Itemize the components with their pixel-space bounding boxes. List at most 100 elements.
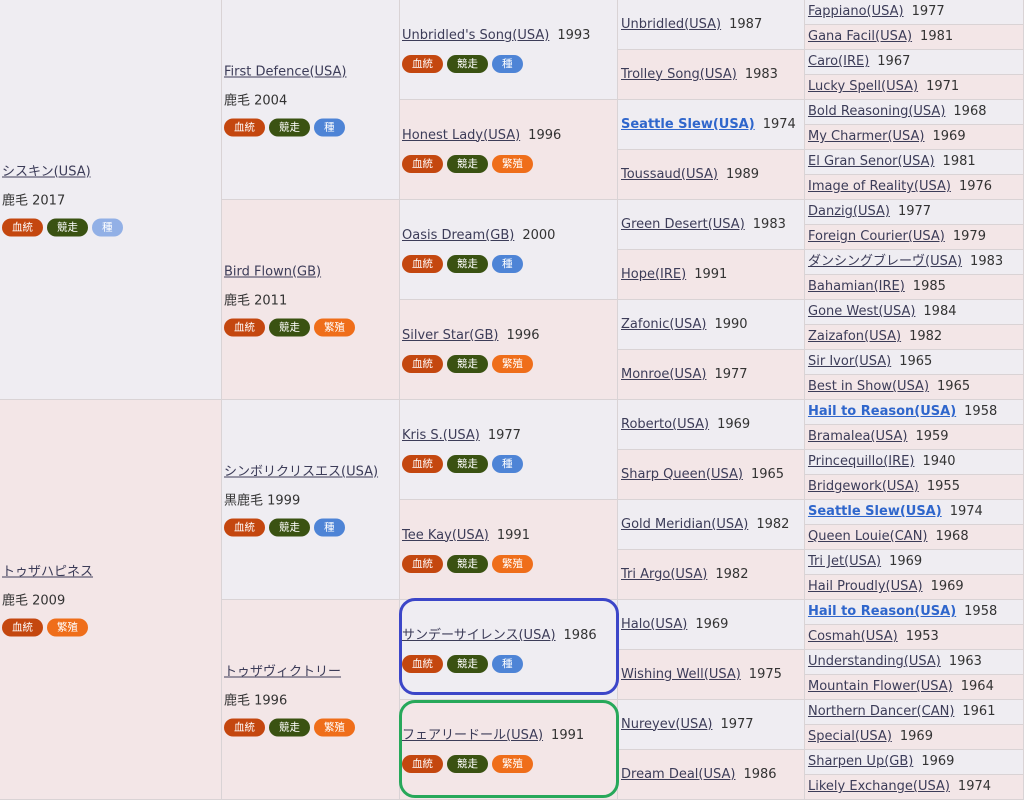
breed-badge[interactable]: 繁殖: [314, 718, 355, 736]
horse-name-link[interactable]: Cosmah(USA): [808, 629, 898, 644]
horse-name-link[interactable]: Halo(USA): [621, 617, 687, 632]
horse-name-link[interactable]: Kris S.(USA): [402, 428, 480, 443]
horse-name-link[interactable]: Foreign Courier(USA): [808, 229, 945, 244]
horse-name-link[interactable]: サンデーサイレンス(USA): [402, 628, 556, 643]
horse-name-link[interactable]: Tri Jet(USA): [808, 554, 881, 569]
race-badge[interactable]: 競走: [447, 54, 488, 73]
horse-name-link[interactable]: Silver Star(GB): [402, 328, 498, 343]
race-badge[interactable]: 競走: [269, 718, 310, 736]
horse-name-link[interactable]: Nureyev(USA): [621, 717, 712, 732]
horse-name-link[interactable]: First Defence(USA): [224, 64, 347, 79]
horse-name-link[interactable]: トゥザヴィクトリー: [224, 664, 341, 679]
stud-badge[interactable]: 種: [492, 654, 523, 673]
blood-badge[interactable]: 血統: [224, 718, 265, 736]
horse-name-link[interactable]: Hail to Reason(USA): [808, 604, 956, 619]
horse-name-link[interactable]: Fappiano(USA): [808, 4, 904, 19]
race-badge[interactable]: 競走: [269, 518, 310, 536]
horse-name-link[interactable]: Danzig(USA): [808, 204, 890, 219]
horse-name-link[interactable]: Lucky Spell(USA): [808, 79, 918, 94]
horse-name-link[interactable]: Hail to Reason(USA): [808, 404, 956, 419]
horse-name-link[interactable]: Northern Dancer(CAN): [808, 704, 954, 719]
stud-badge[interactable]: 種: [92, 218, 123, 236]
breed-badge[interactable]: 繁殖: [492, 554, 533, 573]
race-badge[interactable]: 競走: [47, 218, 88, 236]
horse-name-link[interactable]: Bramalea(USA): [808, 429, 907, 444]
race-badge[interactable]: 競走: [447, 354, 488, 373]
horse-name-link[interactable]: Oasis Dream(GB): [402, 228, 514, 243]
blood-badge[interactable]: 血統: [2, 618, 43, 636]
horse-name-link[interactable]: フェアリードール(USA): [402, 728, 543, 743]
horse-name-link[interactable]: Dream Deal(USA): [621, 767, 735, 782]
stud-badge[interactable]: 種: [314, 518, 345, 536]
stud-badge[interactable]: 種: [492, 254, 523, 273]
horse-name-link[interactable]: Understanding(USA): [808, 654, 941, 669]
horse-name-link[interactable]: My Charmer(USA): [808, 129, 925, 144]
horse-name-link[interactable]: Hope(IRE): [621, 267, 686, 282]
horse-name-link[interactable]: Tee Kay(USA): [402, 528, 489, 543]
horse-name-link[interactable]: Princequillo(IRE): [808, 454, 914, 469]
horse-name-link[interactable]: Bird Flown(GB): [224, 264, 321, 279]
blood-badge[interactable]: 血統: [2, 218, 43, 236]
blood-badge[interactable]: 血統: [224, 518, 265, 536]
stud-badge[interactable]: 種: [492, 454, 523, 473]
horse-name-link[interactable]: Sharp Queen(USA): [621, 467, 743, 482]
horse-name-link[interactable]: El Gran Senor(USA): [808, 154, 935, 169]
horse-name-link[interactable]: Best in Show(USA): [808, 379, 929, 394]
race-badge[interactable]: 競走: [447, 654, 488, 673]
stud-badge[interactable]: 種: [314, 118, 345, 136]
breed-badge[interactable]: 繁殖: [492, 754, 533, 773]
race-badge[interactable]: 競走: [269, 118, 310, 136]
horse-name-link[interactable]: Hail Proudly(USA): [808, 579, 923, 594]
horse-name-link[interactable]: シスキン(USA): [2, 164, 91, 179]
horse-name-link[interactable]: Image of Reality(USA): [808, 179, 951, 194]
horse-name-link[interactable]: Zaizafon(USA): [808, 329, 901, 344]
race-badge[interactable]: 競走: [447, 154, 488, 173]
horse-name-link[interactable]: Seattle Slew(USA): [808, 504, 942, 519]
horse-name-link[interactable]: Unbridled(USA): [621, 17, 721, 32]
blood-badge[interactable]: 血統: [402, 54, 443, 73]
blood-badge[interactable]: 血統: [402, 654, 443, 673]
horse-name-link[interactable]: Tri Argo(USA): [621, 567, 707, 582]
horse-name-link[interactable]: トゥザハピネス: [2, 564, 93, 579]
blood-badge[interactable]: 血統: [402, 454, 443, 473]
horse-name-link[interactable]: Unbridled's Song(USA): [402, 28, 549, 43]
breed-badge[interactable]: 繁殖: [492, 154, 533, 173]
horse-name-link[interactable]: Honest Lady(USA): [402, 128, 520, 143]
race-badge[interactable]: 競走: [447, 754, 488, 773]
horse-name-link[interactable]: Bahamian(IRE): [808, 279, 905, 294]
blood-badge[interactable]: 血統: [224, 118, 265, 136]
race-badge[interactable]: 競走: [447, 254, 488, 273]
horse-name-link[interactable]: Gone West(USA): [808, 304, 915, 319]
blood-badge[interactable]: 血統: [402, 554, 443, 573]
horse-name-link[interactable]: Sir Ivor(USA): [808, 354, 891, 369]
horse-name-link[interactable]: ダンシングブレーヴ(USA): [808, 254, 962, 269]
blood-badge[interactable]: 血統: [224, 318, 265, 336]
breed-badge[interactable]: 繁殖: [47, 618, 88, 636]
horse-name-link[interactable]: シンボリクリスエス(USA): [224, 464, 378, 479]
horse-name-link[interactable]: Likely Exchange(USA): [808, 779, 950, 794]
horse-name-link[interactable]: Caro(IRE): [808, 54, 869, 69]
horse-name-link[interactable]: Special(USA): [808, 729, 892, 744]
blood-badge[interactable]: 血統: [402, 154, 443, 173]
horse-name-link[interactable]: Monroe(USA): [621, 367, 706, 382]
blood-badge[interactable]: 血統: [402, 354, 443, 373]
horse-name-link[interactable]: Zafonic(USA): [621, 317, 706, 332]
blood-badge[interactable]: 血統: [402, 754, 443, 773]
stud-badge[interactable]: 種: [492, 54, 523, 73]
breed-badge[interactable]: 繁殖: [492, 354, 533, 373]
blood-badge[interactable]: 血統: [402, 254, 443, 273]
horse-name-link[interactable]: Toussaud(USA): [621, 167, 718, 182]
horse-name-link[interactable]: Seattle Slew(USA): [621, 117, 755, 132]
horse-name-link[interactable]: Roberto(USA): [621, 417, 709, 432]
horse-name-link[interactable]: Trolley Song(USA): [621, 67, 737, 82]
race-badge[interactable]: 競走: [447, 554, 488, 573]
race-badge[interactable]: 競走: [269, 318, 310, 336]
horse-name-link[interactable]: Sharpen Up(GB): [808, 754, 913, 769]
horse-name-link[interactable]: Gana Facil(USA): [808, 29, 912, 44]
race-badge[interactable]: 競走: [447, 454, 488, 473]
horse-name-link[interactable]: Queen Louie(CAN): [808, 529, 928, 544]
horse-name-link[interactable]: Bridgework(USA): [808, 479, 919, 494]
horse-name-link[interactable]: Bold Reasoning(USA): [808, 104, 945, 119]
horse-name-link[interactable]: Mountain Flower(USA): [808, 679, 953, 694]
horse-name-link[interactable]: Green Desert(USA): [621, 217, 745, 232]
